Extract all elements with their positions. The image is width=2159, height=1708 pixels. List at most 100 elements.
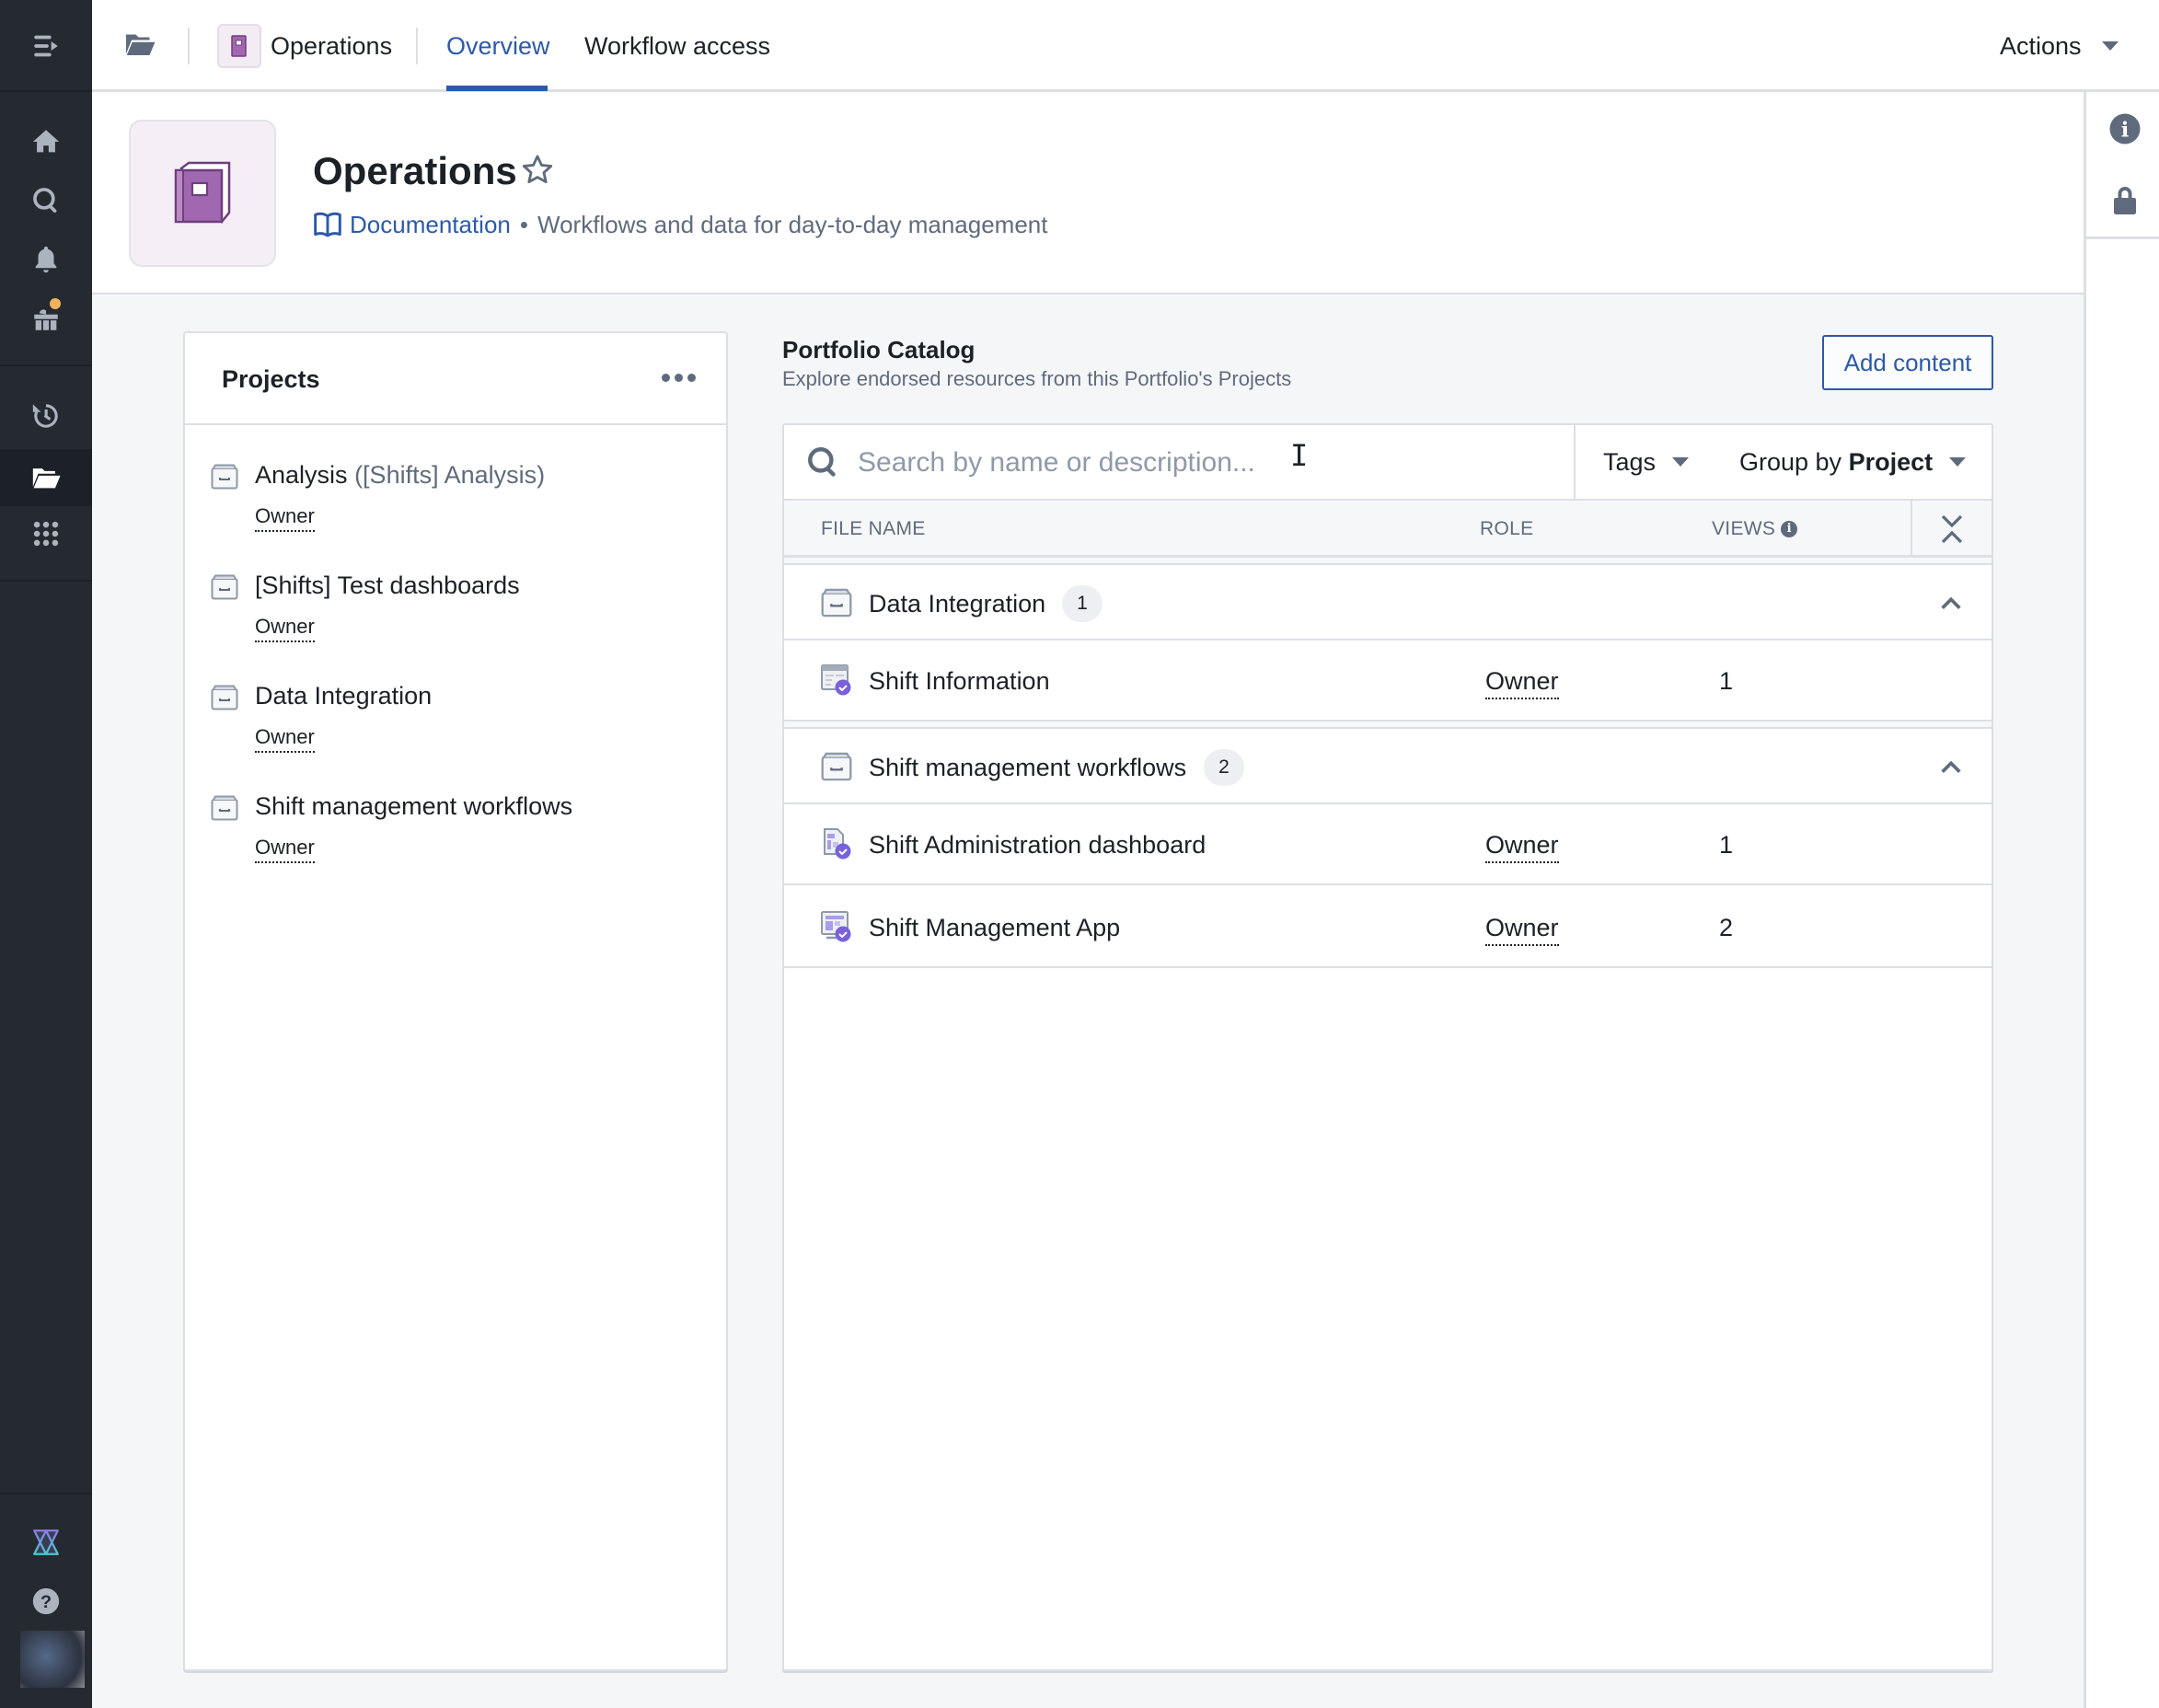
table-row[interactable]: Shift Management App Owner 2 (784, 887, 1992, 968)
group-row-data-integration[interactable]: Data Integration 1 (784, 567, 1992, 640)
sidebar-divider (0, 580, 92, 582)
project-box-icon (211, 464, 238, 490)
sidebar-divider (0, 364, 92, 366)
table-row[interactable]: Shift Information Owner 1 (784, 640, 1992, 721)
group-by-dropdown[interactable]: Group by Project (1739, 444, 1967, 480)
file-role[interactable]: Owner (1485, 828, 1559, 863)
project-name: Analysis ([Shifts] Analysis) (255, 456, 545, 493)
group-count-badge: 1 (1062, 585, 1103, 622)
more-dot (675, 373, 683, 382)
catalog-title: Portfolio Catalog (782, 336, 976, 364)
projects-title: Projects (222, 365, 320, 393)
file-name[interactable]: Shift Administration dashboard (869, 826, 1206, 863)
top-navigation: Operations Overview Workflow access Acti… (92, 0, 2159, 92)
collapse-menu-button[interactable] (0, 20, 92, 72)
documentation-link[interactable]: Documentation (313, 206, 511, 243)
more-dot (687, 373, 696, 382)
column-views[interactable]: VIEWS i (1712, 515, 1798, 543)
column-role[interactable]: ROLE (1480, 515, 1533, 543)
catalog-search-input[interactable] (858, 440, 1557, 486)
breadcrumb-separator (416, 28, 418, 64)
home-icon (32, 130, 60, 153)
project-box-icon (211, 574, 238, 600)
portfolio-breadcrumb-icon[interactable] (217, 24, 261, 68)
collapse-all-button[interactable] (1911, 501, 1992, 558)
active-tab-indicator (446, 86, 548, 91)
sidebar-item-recent[interactable] (0, 390, 92, 442)
breadcrumb-portfolio[interactable]: Operations (271, 28, 392, 64)
table-row[interactable]: Shift Administration dashboard Owner 1 (784, 804, 1992, 885)
catalog-toolbar: I Tags Group by Project (784, 425, 1992, 501)
lock-icon[interactable] (2108, 184, 2142, 217)
projects-more-button[interactable] (662, 366, 698, 388)
dataset-endorsed-icon (821, 664, 851, 696)
tags-filter-dropdown[interactable]: Tags (1603, 444, 1690, 480)
chevron-up-icon[interactable] (1938, 755, 1964, 780)
group-name: Shift management workflows (869, 754, 1187, 781)
right-rail: i (2084, 92, 2159, 1708)
project-role[interactable]: Owner (255, 834, 315, 863)
svg-text:?: ? (40, 1592, 52, 1612)
caret-down-icon (1949, 457, 1967, 467)
project-item[interactable]: Analysis ([Shifts] Analysis) Owner (211, 456, 708, 548)
info-icon[interactable]: i (2108, 112, 2142, 145)
project-item[interactable]: Shift management workflows Owner (211, 788, 708, 880)
tab-workflow-access[interactable]: Workflow access (584, 28, 770, 64)
apps-grid-icon (33, 521, 59, 547)
caret-down-icon (2101, 41, 2119, 51)
file-name[interactable]: Shift Information (869, 663, 1050, 699)
add-content-button[interactable]: Add content (1822, 335, 1993, 390)
column-file-name[interactable]: FILE NAME (821, 515, 926, 543)
sidebar-item-home[interactable] (0, 116, 92, 167)
project-role[interactable]: Owner (255, 613, 315, 642)
file-role[interactable]: Owner (1485, 664, 1559, 699)
project-name-text: Analysis (255, 461, 348, 489)
group-spacer (784, 558, 1992, 565)
sidebar-item-notifications[interactable] (0, 234, 92, 285)
user-avatar[interactable] (20, 1631, 85, 1688)
chevron-up-icon[interactable] (1938, 591, 1964, 617)
page-title: Operations (313, 149, 517, 192)
search-icon (33, 188, 57, 214)
group-by-value: Project (1848, 448, 1934, 476)
portfolio-book-icon (231, 35, 247, 57)
column-views-label: VIEWS (1712, 518, 1776, 539)
sidebar-item-search[interactable] (0, 175, 92, 226)
toolbar-divider (1574, 425, 1576, 501)
info-icon[interactable]: i (1781, 521, 1798, 537)
project-role[interactable]: Owner (255, 723, 315, 753)
sidebar-item-whats-new[interactable] (0, 293, 92, 344)
help-button[interactable]: ? (0, 1575, 92, 1627)
project-box-icon (821, 752, 852, 781)
file-name[interactable]: Shift Management App (869, 909, 1120, 946)
sidebar-divider (0, 90, 92, 92)
history-icon (32, 404, 58, 428)
collapse-menu-icon (34, 35, 58, 57)
project-name: [Shifts] Test dashboards (255, 571, 520, 599)
actions-label: Actions (2000, 32, 2082, 60)
favorite-star-icon[interactable] (520, 153, 555, 188)
sidebar-item-apps[interactable] (0, 508, 92, 560)
project-name: Shift management workflows (255, 792, 573, 820)
tab-overview[interactable]: Overview (446, 28, 550, 64)
caret-down-icon (1672, 457, 1690, 467)
book-open-icon (314, 212, 341, 237)
project-item[interactable]: Data Integration Owner (211, 677, 708, 769)
catalog-subtitle: Explore endorsed resources from this Por… (782, 367, 1292, 390)
project-box-icon (211, 685, 238, 710)
file-role[interactable]: Owner (1485, 911, 1559, 946)
platform-logo-button[interactable] (0, 1517, 92, 1568)
platform-logo-icon (33, 1529, 59, 1555)
sidebar-item-files[interactable] (0, 449, 92, 506)
portfolio-description: Workflows and data for day-to-day manage… (537, 211, 1048, 238)
project-box-icon (211, 795, 238, 821)
group-row-shift-management-workflows[interactable]: Shift management workflows 2 (784, 731, 1992, 804)
project-item[interactable]: [Shifts] Test dashboards Owner (211, 567, 708, 659)
tags-label: Tags (1603, 448, 1657, 476)
projects-panel: Projects Analysis ([Shifts] Analysis) Ow… (183, 331, 728, 1671)
portfolio-book-icon (174, 161, 231, 225)
actions-menu-button[interactable]: Actions (2000, 28, 2119, 64)
sidebar-divider (0, 1493, 92, 1494)
folder-icon[interactable] (123, 28, 156, 61)
project-role[interactable]: Owner (255, 502, 315, 532)
